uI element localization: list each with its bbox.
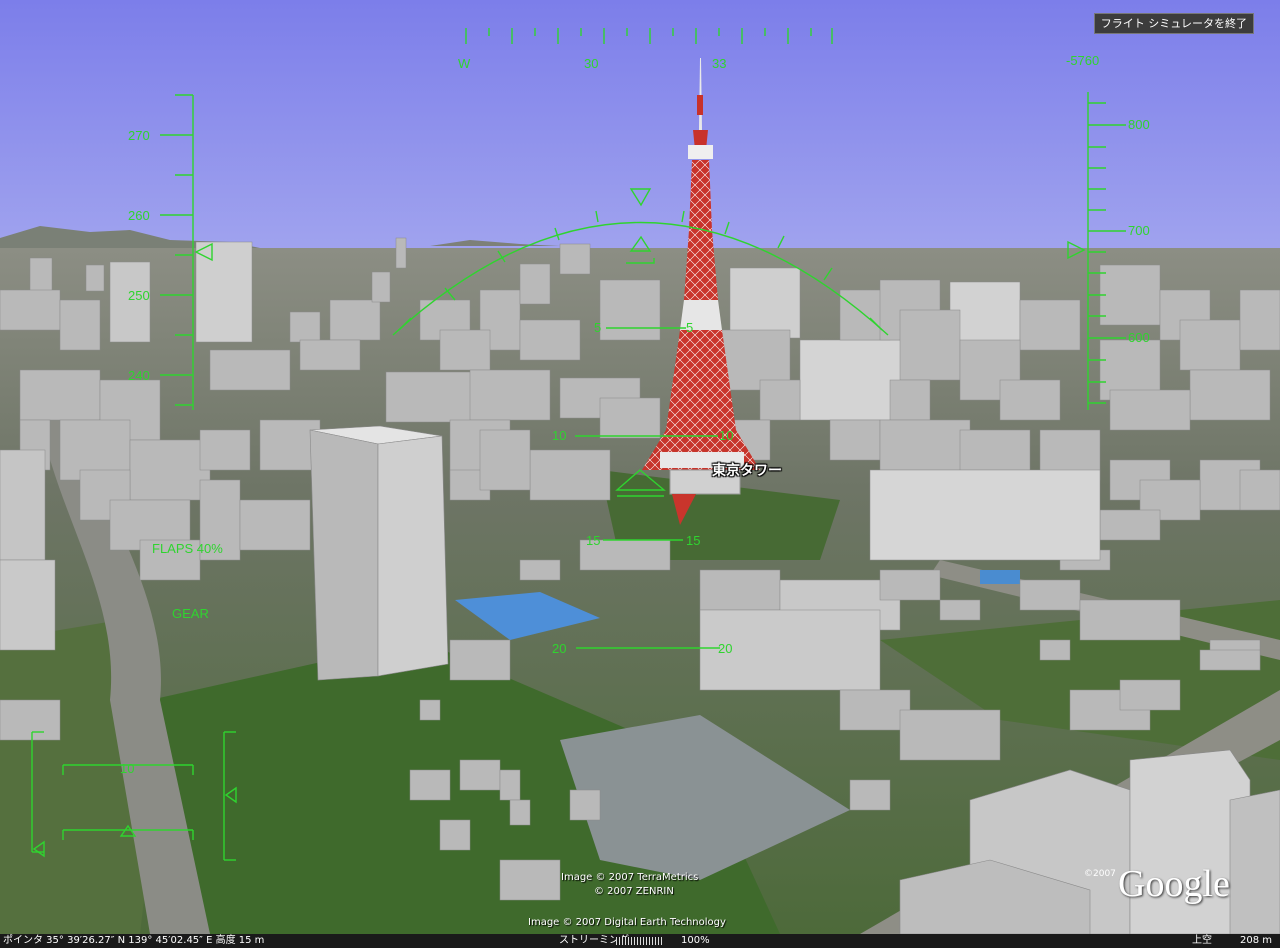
imagery-credit: Image © 2007 TerraMetrics [561,872,699,883]
speed-tick-240: 240 [128,368,150,383]
altitude-tick-700: 700 [1128,223,1150,238]
gear-indicator: GEAR [172,606,209,621]
pitch-label-right: 15 [686,533,701,548]
status-bar: ポインタ 35° 39′26.27″ N 139° 45′02.45″ E 高度… [0,934,1280,948]
airspeed-tape [160,94,213,410]
pitch-label-left: 20 [552,641,567,656]
imagery-credit: © 2007 ZENRIN [594,886,674,897]
pitch-ladder [575,258,720,649]
streaming-percent: 100% [681,935,710,946]
place-label-tokyo-tower[interactable]: 東京タワー [712,460,782,480]
streaming-progress-bar [616,937,664,945]
hud-overlay [31,28,1126,861]
pitch-label-right: 5 [686,320,694,335]
eye-altitude-label: 上空 [1192,935,1212,946]
flight-path-marker [615,469,666,497]
bank-indicator [392,188,889,336]
pitch-label-right: 10 [719,428,734,443]
speed-tick-270: 270 [128,128,150,143]
heading-label-33: 33 [712,56,727,71]
earth-3d-view[interactable]: W 30 33 -5760 270 260 250 240 800 700 60… [0,0,1280,934]
pitch-label-left: 5 [594,320,602,335]
logo-copyright: ©2007 [1084,869,1116,879]
altitude-tick-600: 600 [1128,330,1150,345]
pitch-label-left: 10 [552,428,567,443]
pitch-label-right: 20 [718,641,733,656]
throttle-indicator [31,731,237,861]
exit-flight-simulator-button[interactable]: フライト シミュレータを終了 [1093,13,1254,34]
vertical-speed-readout: -5760 [1066,53,1100,68]
heading-tape [465,28,833,44]
heading-label-w: W [458,56,471,71]
speed-tick-250: 250 [128,288,150,303]
imagery-credit: Image © 2007 Digital Earth Technology [528,917,726,928]
google-logo: Google [1118,863,1230,905]
altitude-tape [1067,92,1126,410]
speed-tick-260: 260 [128,208,150,223]
heading-label-30: 30 [584,56,599,71]
eye-altitude-value: 208 m [1240,935,1273,946]
altitude-tick-800: 800 [1128,117,1150,132]
flaps-indicator: FLAPS 40% [152,541,223,556]
pitch-label-left: 15 [586,533,601,548]
pointer-coordinates: ポインタ 35° 39′26.27″ N 139° 45′02.45″ E 高度… [3,935,265,946]
throttle-value: 10 [120,761,135,776]
